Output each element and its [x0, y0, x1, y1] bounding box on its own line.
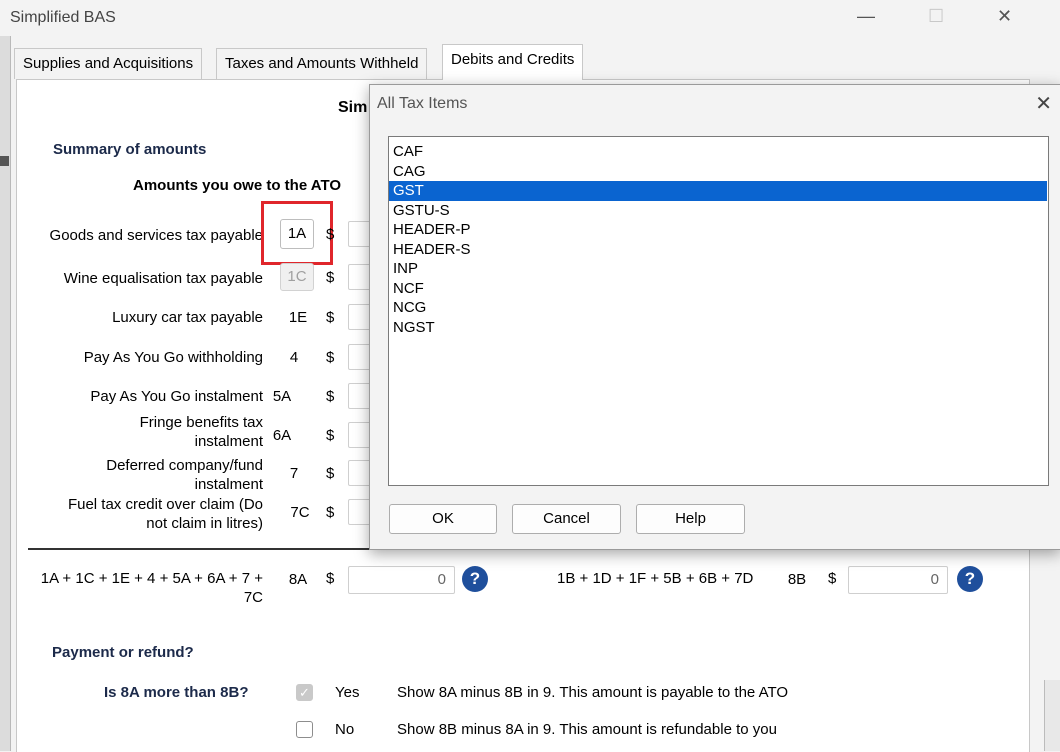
no-description: Show 8B minus 8A in 9. This amount is re… — [397, 721, 777, 738]
background-window-mark — [0, 156, 9, 166]
label-fbt-instalment: Fringe benefits tax instalment — [139, 414, 263, 450]
currency-symbol: $ — [326, 269, 335, 286]
summary-heading: Summary of amounts — [53, 141, 207, 158]
currency-symbol: $ — [326, 465, 335, 482]
list-item[interactable]: CAF — [389, 142, 1048, 162]
no-label: No — [335, 721, 355, 738]
field-8a: 0 — [348, 566, 455, 594]
tab-debits-and-credits[interactable]: Debits and Credits — [442, 44, 584, 80]
code-1c-button[interactable]: 1C — [280, 263, 314, 291]
currency-symbol: $ — [828, 570, 837, 587]
help-icon[interactable]: ? — [462, 566, 488, 592]
list-item[interactable]: CAG — [389, 162, 1048, 182]
ok-button[interactable]: OK — [389, 504, 497, 534]
list-item[interactable]: NCG — [389, 298, 1048, 318]
label-gst-payable: Goods and services tax payable — [49, 227, 263, 244]
label-luxury-car-tax: Luxury car tax payable — [112, 309, 263, 326]
formula-8b: 1B + 1D + 1F + 5B + 6B + 7D — [557, 570, 754, 587]
label-payg-withholding: Pay As You Go withholding — [83, 349, 263, 366]
currency-symbol: $ — [326, 427, 335, 444]
list-item[interactable]: GSTU-S — [389, 201, 1048, 221]
list-item[interactable]: NCF — [389, 279, 1048, 299]
list-item[interactable]: HEADER-S — [389, 240, 1048, 260]
tab-supplies-and-acquisitions[interactable]: Supplies and Acquisitions — [14, 48, 203, 79]
form-heading: Sim — [338, 99, 368, 116]
list-item[interactable]: NGST — [389, 318, 1048, 338]
maximize-button[interactable]: ☐ — [928, 6, 944, 27]
list-item[interactable]: HEADER-P — [389, 220, 1048, 240]
window-title: Simplified BAS — [10, 9, 116, 26]
list-item-selected[interactable]: GST — [389, 181, 1047, 201]
window-title-bar — [0, 0, 1060, 36]
currency-symbol: $ — [326, 570, 335, 587]
all-tax-items-dialog: All Tax Items ✕ CAF CAG GST GSTU-S HEADE… — [369, 84, 1060, 550]
code-7: 7 — [289, 465, 299, 482]
list-item[interactable]: INP — [389, 259, 1048, 279]
question-label: Is 8A more than 8B? — [104, 684, 249, 701]
currency-symbol: $ — [326, 309, 335, 326]
cancel-button[interactable]: Cancel — [512, 504, 621, 534]
currency-symbol: $ — [326, 504, 335, 521]
currency-symbol: $ — [326, 349, 335, 366]
dialog-close-button[interactable]: ✕ — [1035, 91, 1052, 116]
yes-label: Yes — [335, 684, 360, 701]
background-window-edge — [0, 36, 11, 751]
code-1e: 1E — [288, 309, 308, 326]
help-button[interactable]: Help — [636, 504, 745, 534]
formula-8a: 1A + 1C + 1E + 4 + 5A + 6A + 7 + 7C — [40, 570, 263, 606]
no-checkbox[interactable] — [296, 721, 313, 738]
close-button[interactable]: ✕ — [997, 6, 1012, 27]
code-7c: 7C — [290, 504, 310, 521]
label-fuel-tax-credit: Fuel tax credit over claim (Do not claim… — [67, 496, 263, 532]
help-icon[interactable]: ? — [957, 566, 983, 592]
label-deferred-instalment: Deferred company/fund instalment — [106, 457, 263, 493]
tab-taxes-and-amounts-withheld[interactable]: Taxes and Amounts Withheld — [216, 48, 428, 79]
code-5a: 5A — [272, 388, 292, 405]
yes-description: Show 8A minus 8B in 9. This amount is pa… — [397, 684, 789, 701]
code-1a-button[interactable]: 1A — [280, 219, 314, 249]
code-4: 4 — [289, 349, 299, 366]
tax-items-list[interactable]: CAF CAG GST GSTU-S HEADER-P HEADER-S INP… — [388, 136, 1049, 486]
dialog-title: All Tax Items — [377, 95, 468, 112]
code-8a: 8A — [288, 571, 308, 588]
payment-heading: Payment or refund? — [52, 644, 194, 661]
field-8b: 0 — [848, 566, 948, 594]
currency-symbol: $ — [326, 226, 335, 243]
label-payg-instalment: Pay As You Go instalment — [90, 388, 263, 405]
owe-heading: Amounts you owe to the ATO — [133, 177, 342, 194]
label-wine-tax: Wine equalisation tax payable — [63, 270, 263, 287]
background-window-edge — [1044, 680, 1060, 751]
code-8b: 8B — [787, 571, 807, 588]
yes-checkbox[interactable]: ✓ — [296, 684, 313, 701]
code-6a: 6A — [272, 427, 292, 444]
currency-symbol: $ — [326, 388, 335, 405]
minimize-button[interactable]: — — [857, 6, 875, 27]
